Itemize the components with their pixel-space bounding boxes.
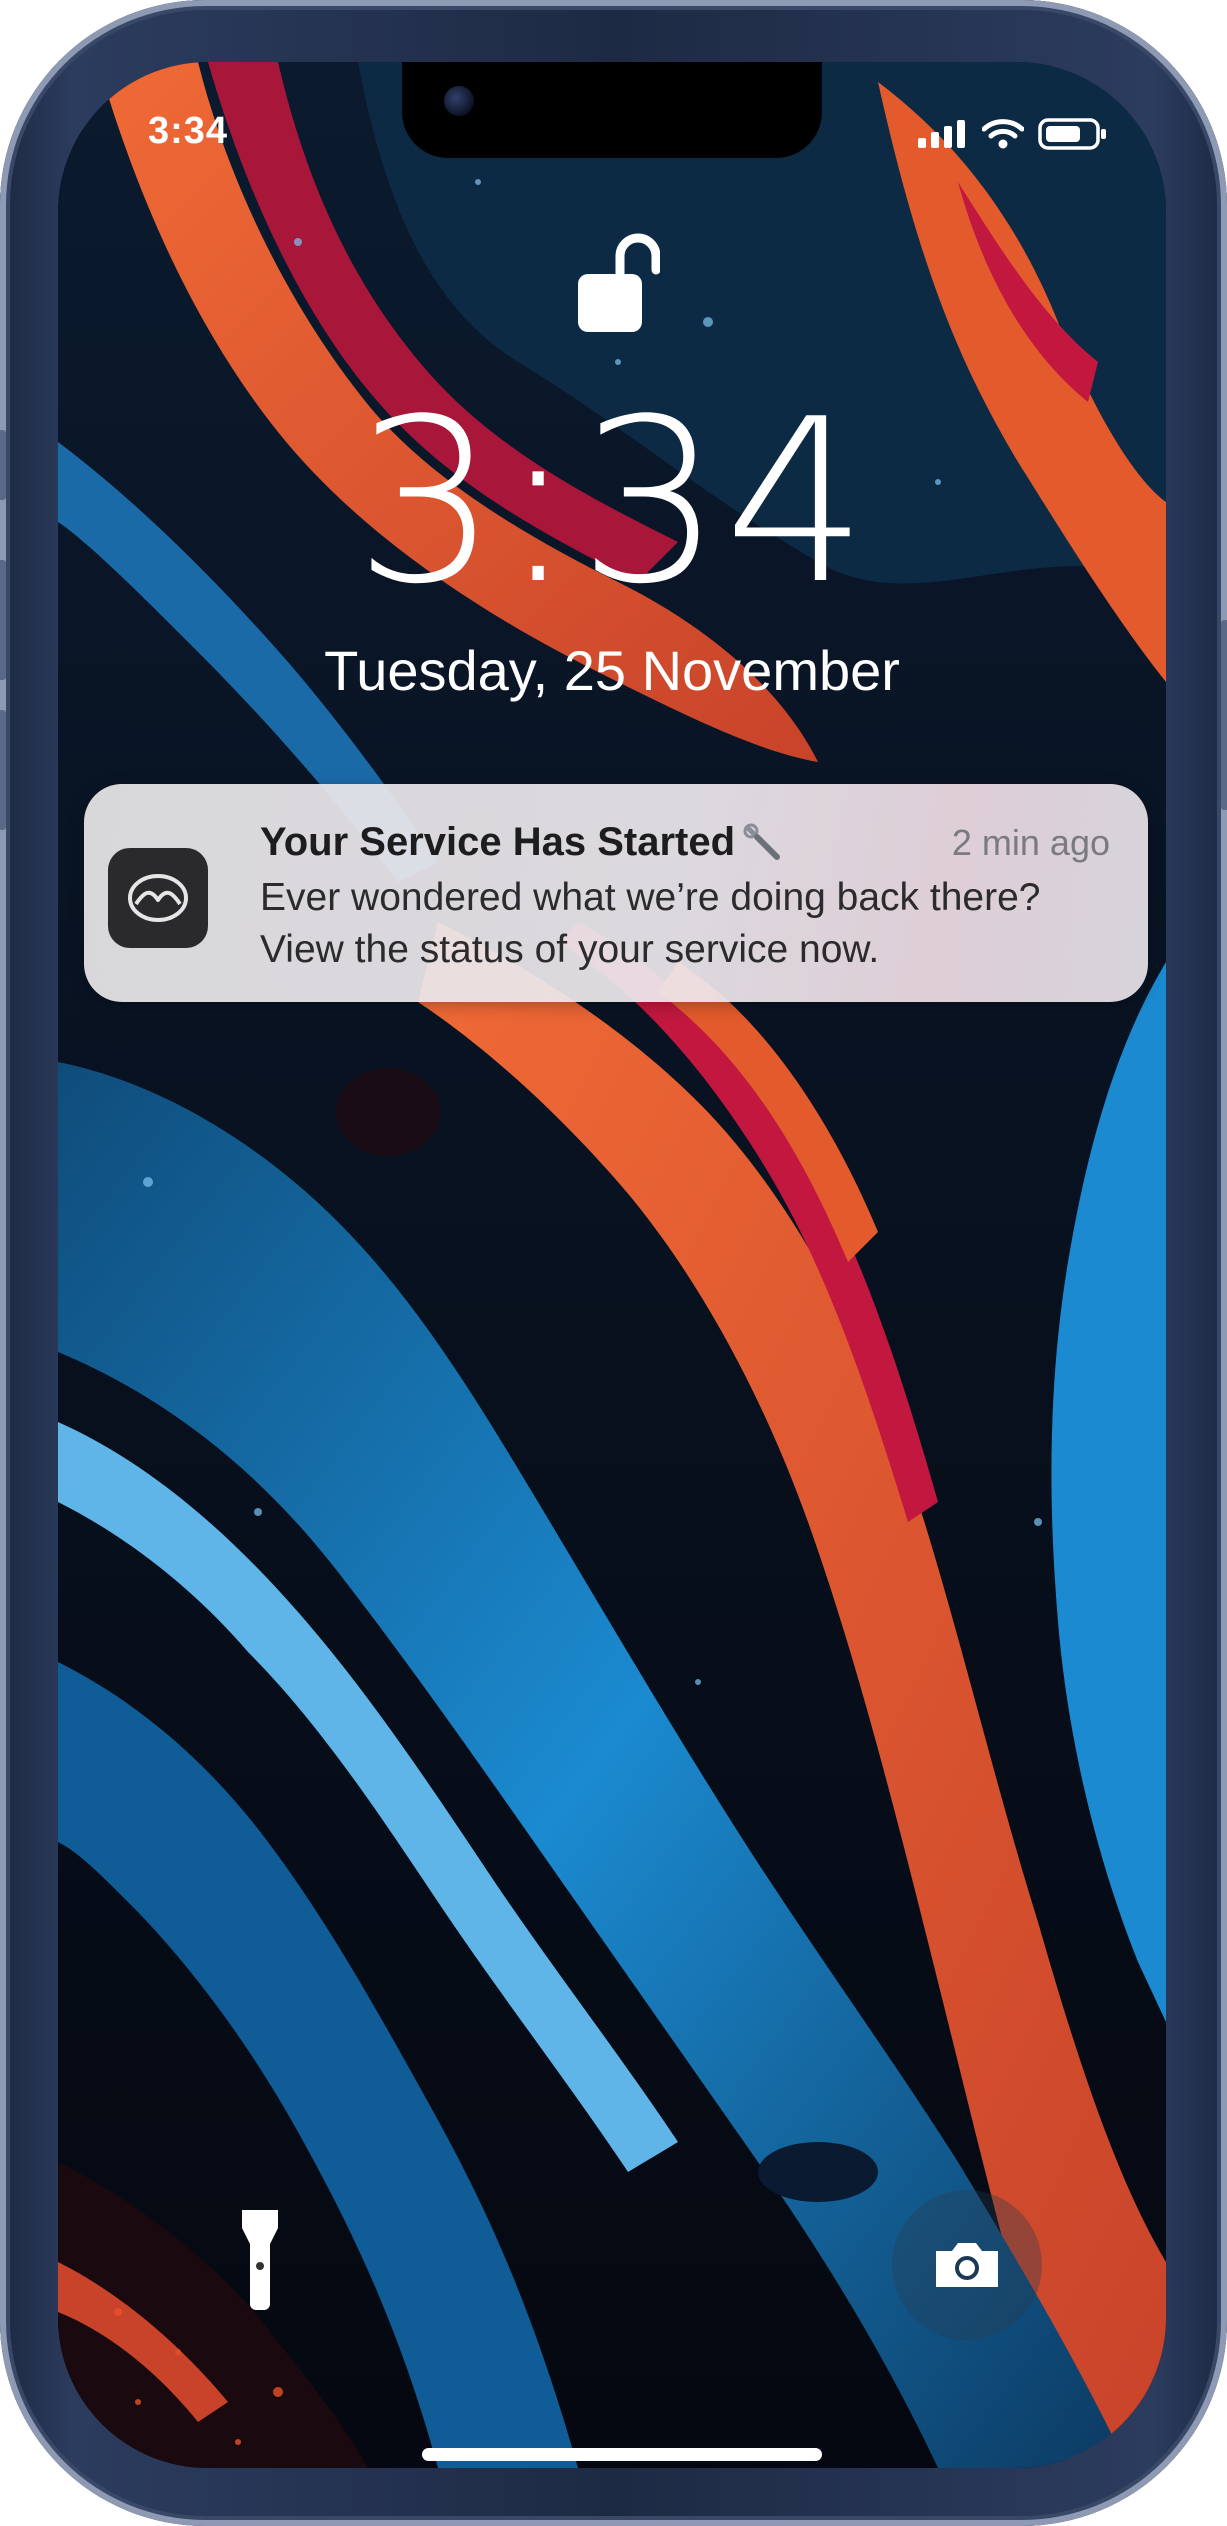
- flashlight-button[interactable]: [230, 2204, 290, 2314]
- unlocked-padlock-icon: [578, 233, 660, 332]
- home-indicator[interactable]: [422, 2448, 822, 2461]
- battery-icon: [1038, 118, 1106, 150]
- service-notification[interactable]: Your Service Has Started 2 min ago Ever …: [84, 784, 1148, 1002]
- lock-screen: 3:34 3:34 Tuesday, 25 November Your Serv…: [58, 62, 1166, 2468]
- status-bar-time: 3:34: [148, 110, 229, 152]
- mazda-logo-icon: [108, 848, 208, 948]
- status-bar-icons: [918, 118, 1108, 150]
- power-button: [1221, 620, 1227, 810]
- flashlight-icon: [242, 2210, 278, 2310]
- notification-title: Your Service Has Started: [260, 820, 783, 865]
- volume-down-button: [0, 710, 6, 830]
- wrench-icon: [743, 823, 781, 860]
- cellular-signal-icon: [918, 120, 965, 148]
- camera-icon: [936, 2243, 998, 2287]
- notification-time: 2 min ago: [951, 822, 1110, 863]
- phone-frame: 3:34 3:34 Tuesday, 25 November Your Serv…: [0, 0, 1227, 2526]
- notification-body: Ever wondered what we’re doing back ther…: [260, 872, 1120, 976]
- lock-screen-date: Tuesday, 25 November: [324, 639, 900, 702]
- lock-screen-clock: 3:34: [354, 371, 870, 634]
- notification-body-line: View the status of your service now.: [260, 928, 880, 971]
- front-camera: [444, 86, 474, 116]
- action-button: [0, 430, 6, 500]
- camera-button[interactable]: [892, 2190, 1042, 2340]
- wifi-icon: [982, 119, 1024, 149]
- notification-title-text: Your Service Has Started: [260, 820, 736, 864]
- volume-up-button: [0, 560, 6, 680]
- notification-body-line: Ever wondered what we’re doing back ther…: [260, 876, 1041, 919]
